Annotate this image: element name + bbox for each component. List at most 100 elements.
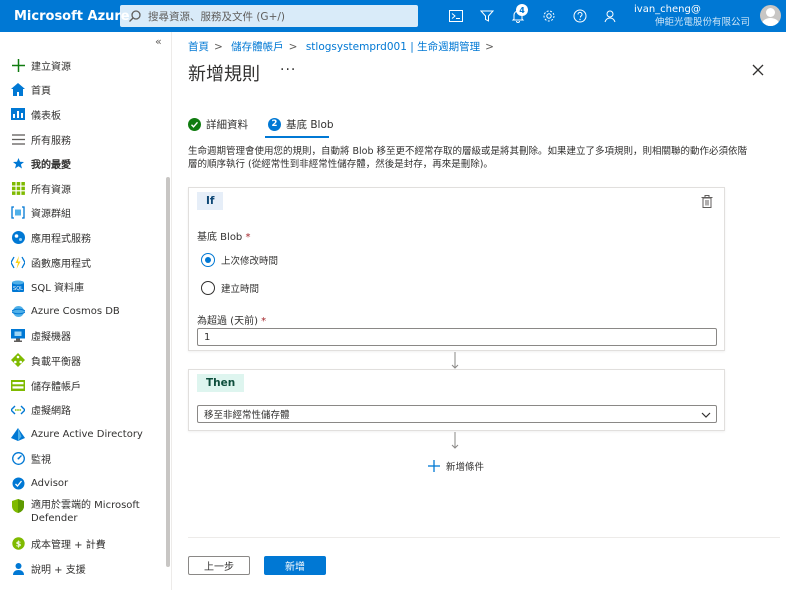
- radio-unselected[interactable]: [201, 281, 215, 295]
- step-details[interactable]: 詳細資料: [188, 116, 248, 132]
- sidebar-item-virtual-networks[interactable]: 虛擬網路: [0, 397, 165, 422]
- sidebar-item-label: 適用於雲端的 Microsoft Defender: [31, 499, 140, 524]
- breadcrumb-lifecycle[interactable]: stlogsystemprd001 | 生命週期管理: [306, 41, 480, 53]
- sidebar-item-label: 建立資源: [31, 61, 71, 73]
- previous-button[interactable]: 上一步: [188, 556, 250, 575]
- radio-created[interactable]: 建立時間: [201, 281, 259, 295]
- directory-filter-button[interactable]: [471, 0, 502, 32]
- add-button[interactable]: 新增: [264, 556, 326, 575]
- action-select[interactable]: 移至非經常性儲存體: [197, 405, 717, 423]
- sidebar-item-cosmos-db[interactable]: Azure Cosmos DB: [0, 299, 165, 324]
- list-icon: [11, 132, 25, 146]
- sidebar-item-app-services[interactable]: 應用程式服務: [0, 225, 165, 250]
- sidebar-item-label: 虛擬網路: [31, 406, 71, 418]
- collapse-sidebar-button[interactable]: «: [155, 35, 162, 48]
- breadcrumb-home[interactable]: 首頁: [188, 41, 209, 53]
- sidebar-item-label: Azure Cosmos DB: [31, 305, 120, 317]
- sidebar-item-label: Advisor: [31, 477, 69, 489]
- help-button[interactable]: [564, 0, 595, 32]
- sidebar-item-cost-management[interactable]: $ 成本管理 + 計費: [0, 532, 165, 557]
- advisor-icon: [11, 476, 25, 490]
- notifications-button[interactable]: 4: [502, 0, 533, 32]
- sidebar-scrollbar[interactable]: [166, 177, 170, 567]
- step-number: 2: [268, 117, 281, 131]
- user-account[interactable]: ivan_cheng@ 伸鉅光電股份有限公司: [634, 3, 754, 29]
- close-icon[interactable]: [750, 62, 766, 78]
- cloud-shell-button[interactable]: [440, 0, 471, 32]
- feedback-button[interactable]: [595, 0, 626, 32]
- user-org: 伸鉅光電股份有限公司: [654, 17, 750, 28]
- grid-icon: [11, 181, 25, 195]
- sidebar-item-label: 儀表板: [31, 110, 61, 122]
- description-text: 生命週期管理會使用您的規則，自動將 Blob 移至更不經常存取的層級或是將其刪除…: [188, 146, 748, 170]
- defender-icon: [11, 498, 25, 513]
- chevron-down-icon: [701, 412, 711, 418]
- then-action-card: Then 移至非經常性儲存體: [188, 369, 725, 431]
- base-blob-label: 基底 Blob *: [197, 228, 250, 243]
- step-base-blob[interactable]: 2 基底 Blob: [268, 116, 334, 132]
- breadcrumb: 首頁 > 儲存體帳戶 > stlogsystemprd001 | 生命週期管理 >: [188, 39, 499, 54]
- sidebar-item-sql-databases[interactable]: SQL SQL 資料庫: [0, 274, 165, 299]
- sidebar-item-dashboard[interactable]: 儀表板: [0, 102, 165, 127]
- plus-icon: [428, 460, 440, 472]
- radio-last-modified[interactable]: 上次修改時間: [201, 253, 278, 267]
- sidebar-item-home[interactable]: 首頁: [0, 78, 165, 103]
- notification-badge: 4: [516, 4, 528, 16]
- storage-icon: [11, 378, 25, 392]
- trash-icon[interactable]: [701, 195, 713, 208]
- footer-divider: [188, 537, 780, 538]
- brand-title[interactable]: Microsoft Azure: [0, 9, 130, 24]
- sidebar-item-help-support[interactable]: 說明 + 支援: [0, 556, 165, 581]
- wizard-steps: 詳細資料 2 基底 Blob: [188, 116, 354, 138]
- sidebar-item-label: 說明 + 支援: [31, 565, 86, 577]
- dashboard-icon: [11, 107, 25, 121]
- arrow-down-icon: [451, 432, 459, 449]
- sidebar-item-create-resource[interactable]: 建立資源: [0, 53, 165, 78]
- sidebar-item-label: 成本管理 + 計費: [31, 540, 106, 552]
- sidebar-item-monitor[interactable]: 監視: [0, 447, 165, 472]
- main-content: 首頁 > 儲存體帳戶 > stlogsystemprd001 | 生命週期管理 > 新…: [172, 32, 786, 590]
- radio-selected[interactable]: [201, 253, 215, 267]
- vnet-icon: [11, 403, 25, 417]
- question-icon: [573, 9, 586, 23]
- check-circle-icon: [188, 117, 201, 131]
- required-marker: *: [245, 232, 251, 243]
- search-icon: [129, 10, 141, 22]
- active-step-indicator: [265, 136, 329, 138]
- sidebar: « 建立資源 首頁 儀表板 所有服務 我的最愛 所有資源 資源群組 應用程式服務…: [0, 32, 172, 590]
- sidebar-item-label: 負載平衡器: [31, 356, 81, 368]
- sidebar-item-all-services[interactable]: 所有服務: [0, 127, 165, 152]
- breadcrumb-storage-accounts[interactable]: 儲存體帳戶: [231, 41, 284, 53]
- more-options-button[interactable]: ···: [280, 62, 296, 78]
- svg-text:SQL: SQL: [13, 286, 23, 292]
- sidebar-item-label: 監視: [31, 455, 51, 467]
- sidebar-item-advisor[interactable]: Advisor: [0, 471, 165, 496]
- vm-icon: [11, 329, 25, 343]
- sidebar-item-storage-accounts[interactable]: 儲存體帳戶: [0, 373, 165, 398]
- star-icon: [11, 157, 25, 171]
- sidebar-item-load-balancers[interactable]: 負載平衡器: [0, 348, 165, 373]
- sidebar-item-function-apps[interactable]: 函數應用程式: [0, 250, 165, 275]
- terminal-icon: [448, 10, 463, 22]
- step-label: 基底 Blob: [286, 118, 334, 131]
- aad-icon: [11, 427, 25, 441]
- sidebar-item-azure-active-directory[interactable]: Azure Active Directory: [0, 422, 165, 447]
- search-box[interactable]: 搜尋資源、服務及文件 (G+/): [120, 5, 418, 27]
- sidebar-item-virtual-machines[interactable]: 虛擬機器: [0, 324, 165, 349]
- avatar[interactable]: [760, 5, 781, 26]
- user-name: ivan_cheng@: [634, 4, 701, 15]
- settings-button[interactable]: [533, 0, 564, 32]
- sidebar-item-all-resources[interactable]: 所有資源: [0, 176, 165, 201]
- plus-icon: [11, 58, 25, 72]
- resource-group-icon: [11, 206, 25, 220]
- arrow-down-icon: [451, 352, 459, 369]
- days-input[interactable]: 1: [197, 328, 717, 346]
- sidebar-item-defender[interactable]: 適用於雲端的 Microsoft Defender: [0, 496, 165, 532]
- add-condition-button[interactable]: 新增條件: [428, 459, 484, 473]
- sidebar-item-resource-groups[interactable]: 資源群組: [0, 201, 165, 226]
- breadcrumb-separator: >: [288, 41, 298, 53]
- sidebar-item-label: 函數應用程式: [31, 258, 91, 270]
- top-bar: Microsoft Azure 搜尋資源、服務及文件 (G+/) 4 ivan_…: [0, 0, 786, 32]
- sidebar-item-favorites[interactable]: 我的最愛: [0, 151, 165, 176]
- page-title: 新增規則: [188, 64, 260, 85]
